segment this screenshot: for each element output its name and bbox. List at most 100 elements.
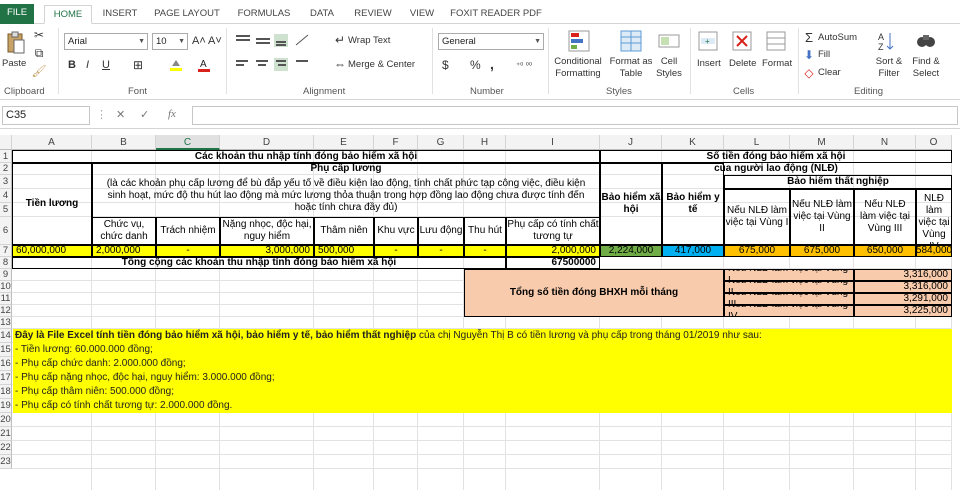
column-header[interactable]: N <box>854 135 916 150</box>
italic-button[interactable]: I <box>86 59 89 71</box>
name-box[interactable]: C35 <box>2 106 90 125</box>
column-header[interactable]: C <box>156 135 220 150</box>
clear-button[interactable]: Clear <box>818 67 841 78</box>
column-header[interactable]: G <box>418 135 464 150</box>
tab-data[interactable]: DATA <box>304 5 340 24</box>
vung-row-value[interactable]: 3,225,000 <box>854 305 952 317</box>
autosum-button[interactable]: AutoSum <box>818 32 857 43</box>
format-as-table-button[interactable]: Format as Table <box>608 56 654 80</box>
clear-icon[interactable]: ◇ <box>802 66 816 80</box>
row-header[interactable]: 2 <box>0 163 12 175</box>
wrap-text-icon[interactable]: ↵ <box>334 33 346 47</box>
tab-review[interactable]: REVIEW <box>348 5 398 24</box>
find-select-icon[interactable] <box>914 28 938 54</box>
vung-row-value[interactable]: 3,316,000 <box>854 269 952 281</box>
copy-icon[interactable]: ⧉ <box>32 46 46 60</box>
row7-cell[interactable]: 650,000 <box>854 245 916 257</box>
row-header[interactable]: 1 <box>0 150 12 163</box>
select-all-corner[interactable] <box>0 135 12 150</box>
row7-cell[interactable]: 2,000,000 <box>92 245 156 257</box>
row-header[interactable]: 20 <box>0 413 12 427</box>
row-header[interactable]: 14 <box>0 329 12 343</box>
row-header[interactable]: 19 <box>0 399 12 413</box>
column-header[interactable]: A <box>12 135 92 150</box>
insert-cells-icon[interactable]: + <box>696 28 720 54</box>
border-icon[interactable]: ⊞ <box>130 57 146 73</box>
underline-button[interactable]: U <box>102 59 110 71</box>
row-header[interactable]: 15 <box>0 343 12 357</box>
column-header[interactable]: J <box>600 135 662 150</box>
row-header[interactable]: 12 <box>0 305 12 317</box>
row7-cell[interactable]: 2,224,000 <box>600 245 662 257</box>
merge-center-icon[interactable]: ⇔ <box>334 57 346 71</box>
function-icon[interactable]: fx <box>168 108 176 120</box>
delete-button[interactable]: Delete <box>729 58 756 69</box>
row-header[interactable]: 10 <box>0 281 12 293</box>
currency-button[interactable]: $ <box>442 58 449 72</box>
paste-button[interactable]: Paste <box>2 58 26 69</box>
font-color-icon[interactable]: A <box>196 57 212 73</box>
vung-row-value[interactable]: 3,291,000 <box>854 293 952 305</box>
font-name-select[interactable]: Arial ▼ <box>64 33 148 50</box>
find-select-button[interactable]: Find & Select <box>908 56 944 80</box>
row-header[interactable]: 18 <box>0 385 12 399</box>
paste-icon[interactable] <box>4 30 26 56</box>
row-header[interactable]: 13 <box>0 317 12 329</box>
row7-cell[interactable]: 417,000 <box>662 245 724 257</box>
horizontal-align-icons[interactable] <box>232 56 316 72</box>
wrap-text-button[interactable]: Wrap Text <box>348 35 390 46</box>
row-header[interactable]: 7 <box>0 245 12 257</box>
tab-page-layout[interactable]: PAGE LAYOUT <box>150 5 224 24</box>
row7-cell[interactable]: 675,000 <box>724 245 790 257</box>
tab-formulas[interactable]: FORMULAS <box>232 5 296 24</box>
comma-button[interactable]: , <box>490 56 494 72</box>
conditional-formatting-icon[interactable] <box>566 28 592 54</box>
row7-cell[interactable]: 3,000,000 <box>220 245 314 257</box>
sort-filter-icon[interactable]: AZ <box>876 28 898 54</box>
row-header[interactable]: 5 <box>0 203 12 217</box>
percent-button[interactable]: % <box>470 58 481 72</box>
row-header[interactable]: 9 <box>0 269 12 281</box>
row-header[interactable]: 22 <box>0 441 12 455</box>
row7-cell[interactable]: 500,000 <box>314 245 374 257</box>
row-header[interactable]: 16 <box>0 357 12 371</box>
column-header[interactable]: F <box>374 135 418 150</box>
column-header[interactable]: O <box>916 135 952 150</box>
sort-filter-button[interactable]: Sort & Filter <box>874 56 904 80</box>
fill-button[interactable]: Fill <box>818 49 830 60</box>
tab-home[interactable]: HOME <box>44 5 92 24</box>
format-button[interactable]: Format <box>762 58 792 69</box>
autosum-icon[interactable]: Σ <box>802 30 816 45</box>
decimal-icons[interactable]: ⁺⁰ ⁰⁰ <box>506 57 542 73</box>
bold-button[interactable]: B <box>68 59 76 71</box>
row-header[interactable]: 3 <box>0 175 12 189</box>
vung-row-value[interactable]: 3,316,000 <box>854 281 952 293</box>
row-header[interactable]: 8 <box>0 257 12 269</box>
row7-cell[interactable]: 584,000 <box>916 245 952 257</box>
column-header[interactable]: L <box>724 135 790 150</box>
formula-input[interactable] <box>192 106 958 125</box>
fill-color-icon[interactable] <box>168 57 184 73</box>
tab-insert[interactable]: INSERT <box>98 5 142 24</box>
column-header[interactable]: M <box>790 135 854 150</box>
number-format-select[interactable]: General ▼ <box>438 33 544 50</box>
column-header[interactable]: D <box>220 135 314 150</box>
conditional-formatting-button[interactable]: Conditional Formatting <box>551 56 605 80</box>
column-header[interactable]: K <box>662 135 724 150</box>
cancel-icon[interactable]: ✕ <box>116 108 125 121</box>
tab-file[interactable]: FILE <box>0 4 34 24</box>
tab-view[interactable]: VIEW <box>404 5 440 24</box>
row7-cell[interactable]: 675,000 <box>790 245 854 257</box>
insert-button[interactable]: Insert <box>697 58 721 69</box>
cell-styles-icon[interactable] <box>656 28 682 54</box>
grow-font-button[interactable]: A˄ <box>192 35 206 47</box>
format-cells-icon[interactable] <box>764 28 788 54</box>
row-header[interactable]: 21 <box>0 427 12 441</box>
row7-cell[interactable]: - <box>374 245 418 257</box>
total-value[interactable]: 67500000 <box>506 257 600 269</box>
row-header[interactable]: 11 <box>0 293 12 305</box>
enter-icon[interactable]: ✓ <box>140 108 149 121</box>
delete-cells-icon[interactable] <box>730 28 754 54</box>
row7-cell[interactable]: - <box>418 245 464 257</box>
cut-icon[interactable]: ✂ <box>32 28 46 42</box>
